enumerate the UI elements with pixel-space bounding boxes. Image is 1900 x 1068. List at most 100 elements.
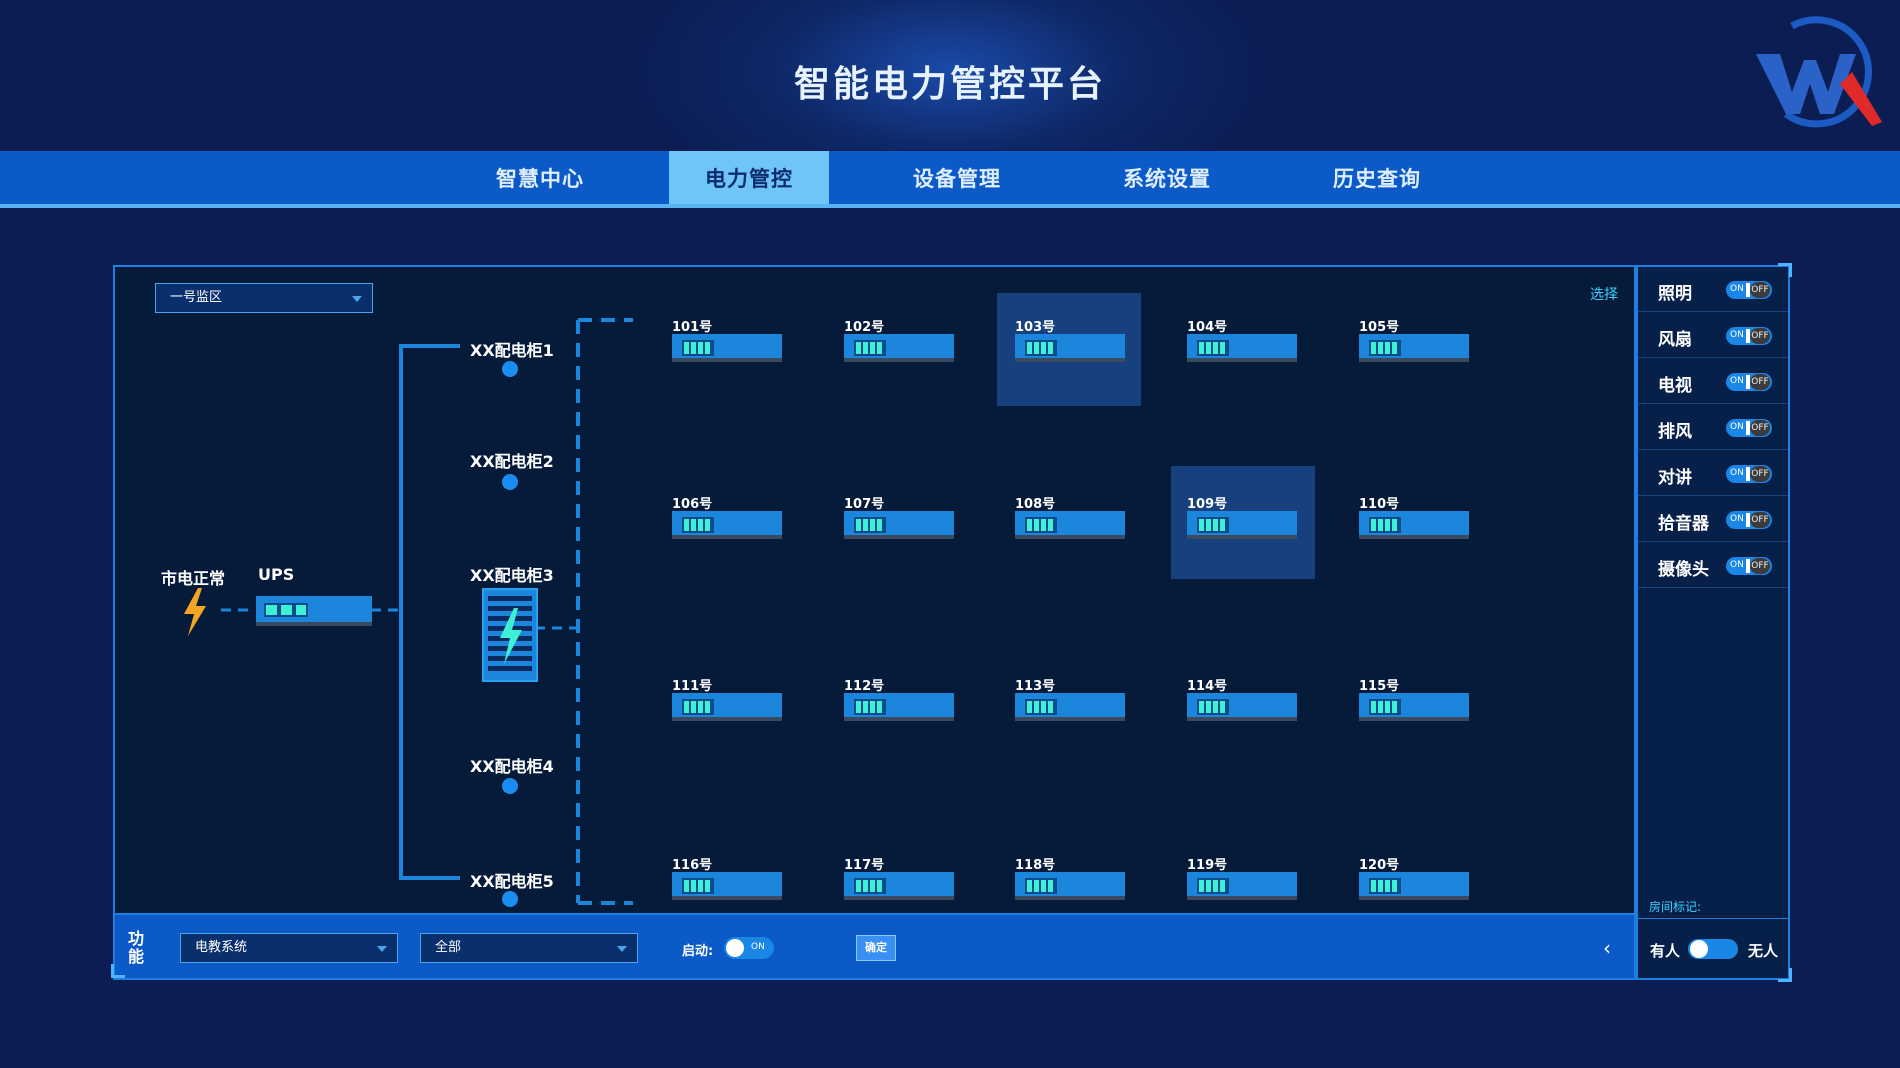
device-toggle-camera[interactable]: 摄像头 ON OFF xyxy=(1638,543,1788,588)
room-indicator xyxy=(1025,699,1057,715)
room-indicator xyxy=(1369,699,1401,715)
room-label: 116号 xyxy=(672,858,713,873)
toggle-knob xyxy=(1690,940,1708,958)
room-label: 108号 xyxy=(1015,497,1056,512)
device-label: 风扇 xyxy=(1658,330,1692,350)
room-device[interactable] xyxy=(1187,334,1297,362)
page-title: 智能电力管控平台 xyxy=(793,64,1106,105)
device-toggle-fan[interactable]: 风扇 ON OFF xyxy=(1638,313,1788,358)
on-off-switch[interactable]: ON OFF xyxy=(1726,511,1772,529)
cabinet-status-dot[interactable] xyxy=(502,891,518,907)
room-device[interactable] xyxy=(844,872,954,900)
unoccupied-label: 无人 xyxy=(1748,942,1779,960)
system-select-value: 电教系统 xyxy=(195,940,248,955)
room-indicator xyxy=(854,699,886,715)
room-device[interactable] xyxy=(672,334,782,362)
chevron-down-icon xyxy=(617,946,627,952)
ups-label: UPS xyxy=(258,565,295,584)
room-label: 102号 xyxy=(844,320,885,335)
occupancy-toggle[interactable] xyxy=(1688,939,1738,959)
cabinet-status-dot[interactable] xyxy=(502,778,518,794)
device-toggle-microphone[interactable]: 拾音器 ON OFF xyxy=(1638,497,1788,542)
scope-select[interactable]: 全部 xyxy=(420,933,638,963)
on-off-switch[interactable]: ON OFF xyxy=(1726,281,1772,299)
device-label: 电视 xyxy=(1658,376,1692,396)
room-device[interactable] xyxy=(1359,334,1469,362)
room-indicator xyxy=(682,699,714,715)
room-label: 113号 xyxy=(1015,679,1056,694)
room-device[interactable] xyxy=(1015,334,1125,362)
room-device[interactable] xyxy=(672,511,782,539)
tab-power-control[interactable]: 电力管控 xyxy=(669,151,829,204)
room-device[interactable] xyxy=(672,693,782,721)
room-label: 118号 xyxy=(1015,858,1056,873)
corner-decoration xyxy=(111,964,125,978)
room-device[interactable] xyxy=(672,872,782,900)
tab-smart-center[interactable]: 智慧中心 xyxy=(455,151,625,204)
device-toggle-intercom[interactable]: 对讲 ON OFF xyxy=(1638,451,1788,496)
main-nav: 智慧中心 电力管控 设备管理 系统设置 历史查询 xyxy=(0,151,1900,208)
room-label: 104号 xyxy=(1187,320,1228,335)
room-label: 120号 xyxy=(1359,858,1400,873)
room-label: 112号 xyxy=(844,679,885,694)
room-indicator xyxy=(682,517,714,533)
on-off-switch[interactable]: ON OFF xyxy=(1726,327,1772,345)
room-label: 106号 xyxy=(672,497,713,512)
cabinet-label: XX配电柜4 xyxy=(470,757,554,776)
room-label: 107号 xyxy=(844,497,885,512)
divider xyxy=(1638,918,1788,919)
on-off-switch[interactable]: ON OFF xyxy=(1726,373,1772,391)
power-cabinet-icon[interactable] xyxy=(482,588,538,682)
corner-decoration xyxy=(1778,968,1792,982)
tab-history-query[interactable]: 历史查询 xyxy=(1292,151,1462,204)
tab-system-settings[interactable]: 系统设置 xyxy=(1082,151,1252,204)
chevron-down-icon xyxy=(377,946,387,952)
function-label: 功能 xyxy=(128,929,145,966)
device-label: 拾音器 xyxy=(1658,514,1709,534)
room-device[interactable] xyxy=(1015,872,1125,900)
room-device[interactable] xyxy=(1187,511,1297,539)
tab-device-management[interactable]: 设备管理 xyxy=(872,151,1042,204)
room-device[interactable] xyxy=(1187,872,1297,900)
room-device[interactable] xyxy=(1015,511,1125,539)
on-off-switch[interactable]: ON OFF xyxy=(1726,419,1772,437)
room-label: 105号 xyxy=(1359,320,1400,335)
ups-device[interactable] xyxy=(256,596,372,626)
room-device[interactable] xyxy=(844,334,954,362)
on-off-switch[interactable]: ON OFF xyxy=(1726,465,1772,483)
device-toggle-list: 照明 ON OFF 风扇 ON OFF 电视 ON OFF 排风 ON OFF 对讲 O… xyxy=(1638,267,1788,588)
mains-status-label: 市电正常 xyxy=(161,569,226,588)
chevron-left-icon[interactable]: ‹ xyxy=(1603,936,1611,960)
room-device[interactable] xyxy=(844,693,954,721)
room-label: 103号 xyxy=(1015,320,1056,335)
room-label: 110号 xyxy=(1359,497,1400,512)
room-mark-label: 房间标记: xyxy=(1649,900,1702,914)
start-toggle[interactable]: ON xyxy=(724,937,774,959)
cabinet-status-dot[interactable] xyxy=(502,361,518,377)
on-off-switch[interactable]: ON OFF xyxy=(1726,557,1772,575)
lightning-icon xyxy=(184,588,206,636)
room-device[interactable] xyxy=(1359,511,1469,539)
room-indicator xyxy=(682,340,714,356)
room-device[interactable] xyxy=(1359,872,1469,900)
room-device[interactable] xyxy=(1015,693,1125,721)
room-device[interactable] xyxy=(1187,693,1297,721)
room-device[interactable] xyxy=(844,511,954,539)
cabinet-status-dot[interactable] xyxy=(502,474,518,490)
device-label: 照明 xyxy=(1658,284,1692,304)
system-select[interactable]: 电教系统 xyxy=(180,933,398,963)
toggle-knob xyxy=(726,939,744,957)
start-label: 启动: xyxy=(682,944,714,959)
device-toggle-lighting[interactable]: 照明 ON OFF xyxy=(1638,267,1788,312)
device-toggle-exhaust[interactable]: 排风 ON OFF xyxy=(1638,405,1788,450)
device-toggle-tv[interactable]: 电视 ON OFF xyxy=(1638,359,1788,404)
topology-lines xyxy=(221,318,633,905)
cabinet-label: XX配电柜2 xyxy=(470,452,554,471)
confirm-button[interactable]: 确定 xyxy=(856,935,896,961)
room-indicator xyxy=(682,878,714,894)
room-indicator xyxy=(1369,517,1401,533)
cabinet-label: XX配电柜1 xyxy=(470,341,554,360)
room-indicator xyxy=(1369,878,1401,894)
room-label: 115号 xyxy=(1359,679,1400,694)
room-device[interactable] xyxy=(1359,693,1469,721)
